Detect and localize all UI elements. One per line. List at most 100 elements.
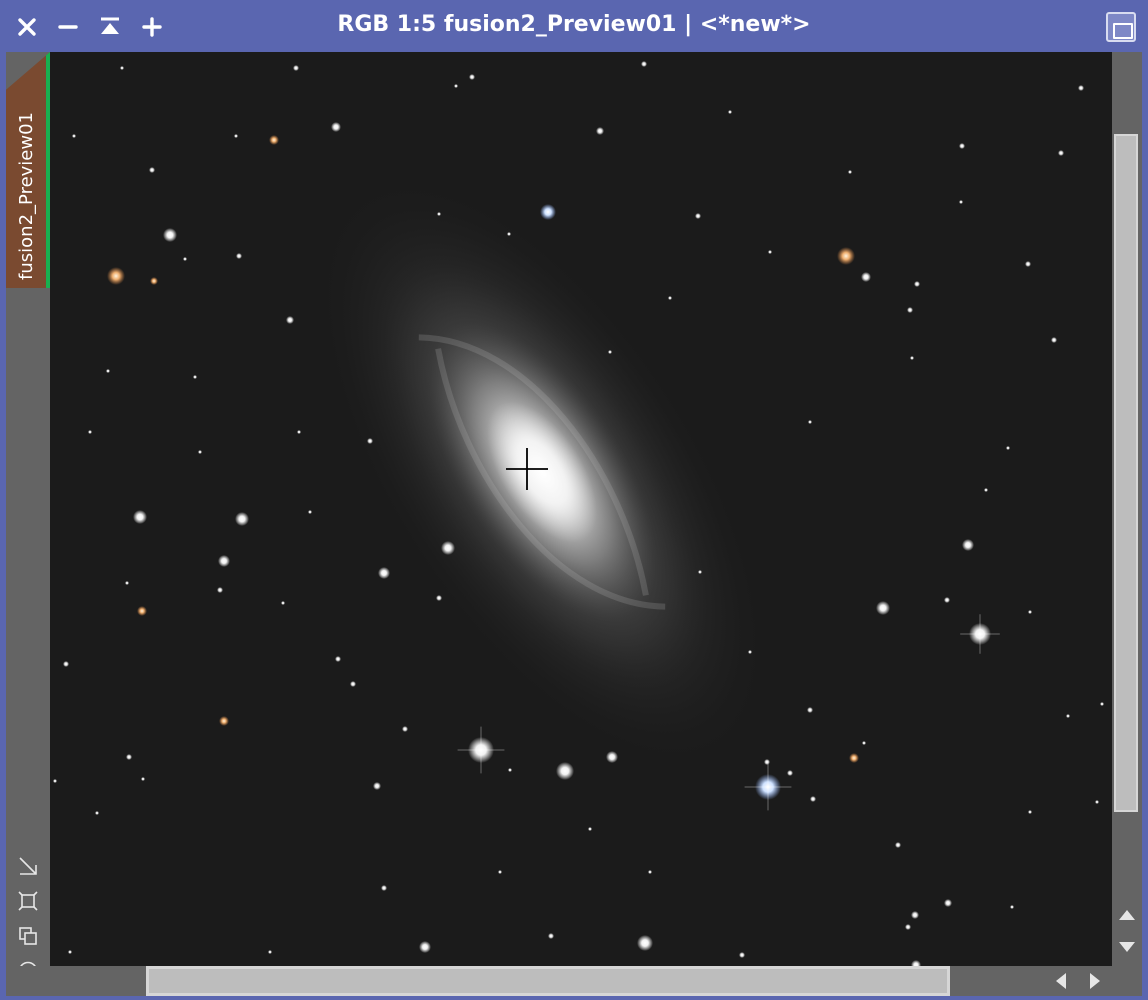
fit-window-icon[interactable] [14, 887, 42, 915]
star [53, 779, 57, 783]
star [95, 811, 99, 815]
star [293, 65, 299, 71]
image-viewport[interactable] [50, 52, 1112, 966]
star [469, 74, 475, 80]
star [748, 650, 752, 654]
star [217, 587, 223, 593]
star [548, 933, 554, 939]
star [286, 316, 294, 324]
star [910, 356, 914, 360]
plus-icon[interactable] [135, 10, 169, 44]
shade-icon[interactable] [93, 10, 127, 44]
star [588, 827, 592, 831]
star [419, 941, 431, 953]
star [68, 950, 72, 954]
star [1028, 610, 1032, 614]
star [637, 935, 653, 951]
star [297, 430, 301, 434]
star [335, 656, 341, 662]
star [984, 488, 988, 492]
minimize-icon[interactable] [51, 10, 85, 44]
star [1010, 905, 1014, 909]
image-window: RGB 1:5 fusion2_Preview01 | <*new*> fusi… [0, 0, 1148, 1000]
star [606, 751, 618, 763]
star [63, 661, 69, 667]
star [848, 170, 852, 174]
star [944, 899, 952, 907]
star [381, 885, 387, 891]
star [120, 66, 124, 70]
triangle-left-icon[interactable] [1050, 970, 1072, 992]
star [895, 842, 901, 848]
window-title: RGB 1:5 fusion2_Preview01 | <*new*> [337, 12, 811, 37]
triangle-right-icon[interactable] [1084, 970, 1106, 992]
star [508, 768, 512, 772]
star [808, 420, 812, 424]
star [234, 134, 238, 138]
horizontal-scrollbar[interactable] [50, 966, 1142, 996]
star [281, 601, 285, 605]
triangle-up-icon[interactable] [1116, 904, 1138, 926]
star [218, 555, 230, 567]
new-preview-icon[interactable] [14, 922, 42, 950]
star [1066, 714, 1070, 718]
star [962, 539, 974, 551]
star [959, 200, 963, 204]
vertical-scroll-thumb[interactable] [1114, 134, 1138, 812]
maximize-icon[interactable] [1106, 12, 1136, 42]
star [837, 247, 855, 265]
star [219, 716, 229, 726]
title-bar[interactable]: RGB 1:5 fusion2_Preview01 | <*new*> [0, 0, 1148, 52]
star [149, 167, 155, 173]
star [106, 369, 110, 373]
star [183, 257, 187, 261]
star [739, 952, 745, 958]
star [596, 127, 604, 135]
star [88, 430, 92, 434]
star [236, 253, 242, 259]
zoom-to-fit-icon[interactable] [14, 852, 42, 880]
star [193, 375, 197, 379]
vertical-scrollbar[interactable] [1112, 52, 1142, 966]
star [1100, 702, 1104, 706]
star [556, 762, 574, 780]
star [441, 541, 455, 555]
star [72, 134, 76, 138]
view-tab-label-wrap[interactable]: fusion2_Preview01 [6, 52, 46, 288]
star [235, 512, 249, 526]
star [150, 277, 158, 285]
star [1028, 810, 1032, 814]
close-icon[interactable] [10, 10, 44, 44]
star [373, 782, 381, 790]
star [507, 232, 511, 236]
star [436, 595, 442, 601]
star [698, 570, 702, 574]
triangle-down-icon[interactable] [1116, 936, 1138, 958]
star [454, 84, 458, 88]
star [437, 212, 441, 216]
star [914, 281, 920, 287]
star [125, 581, 129, 585]
star [308, 510, 312, 514]
star [648, 870, 652, 874]
star [126, 754, 132, 760]
view-tab-label: fusion2_Preview01 [15, 112, 37, 280]
star [787, 770, 793, 776]
star [641, 61, 647, 67]
star [728, 110, 732, 114]
star [367, 438, 373, 444]
horizontal-scroll-thumb[interactable] [146, 966, 950, 996]
star [768, 250, 772, 254]
star [944, 597, 950, 603]
star [810, 796, 816, 802]
star [163, 228, 177, 242]
star [1078, 85, 1084, 91]
star [269, 135, 279, 145]
star [1025, 261, 1031, 267]
star [807, 707, 813, 713]
star [378, 567, 390, 579]
star [668, 296, 672, 300]
star [959, 143, 965, 149]
star [911, 911, 919, 919]
star [268, 950, 272, 954]
